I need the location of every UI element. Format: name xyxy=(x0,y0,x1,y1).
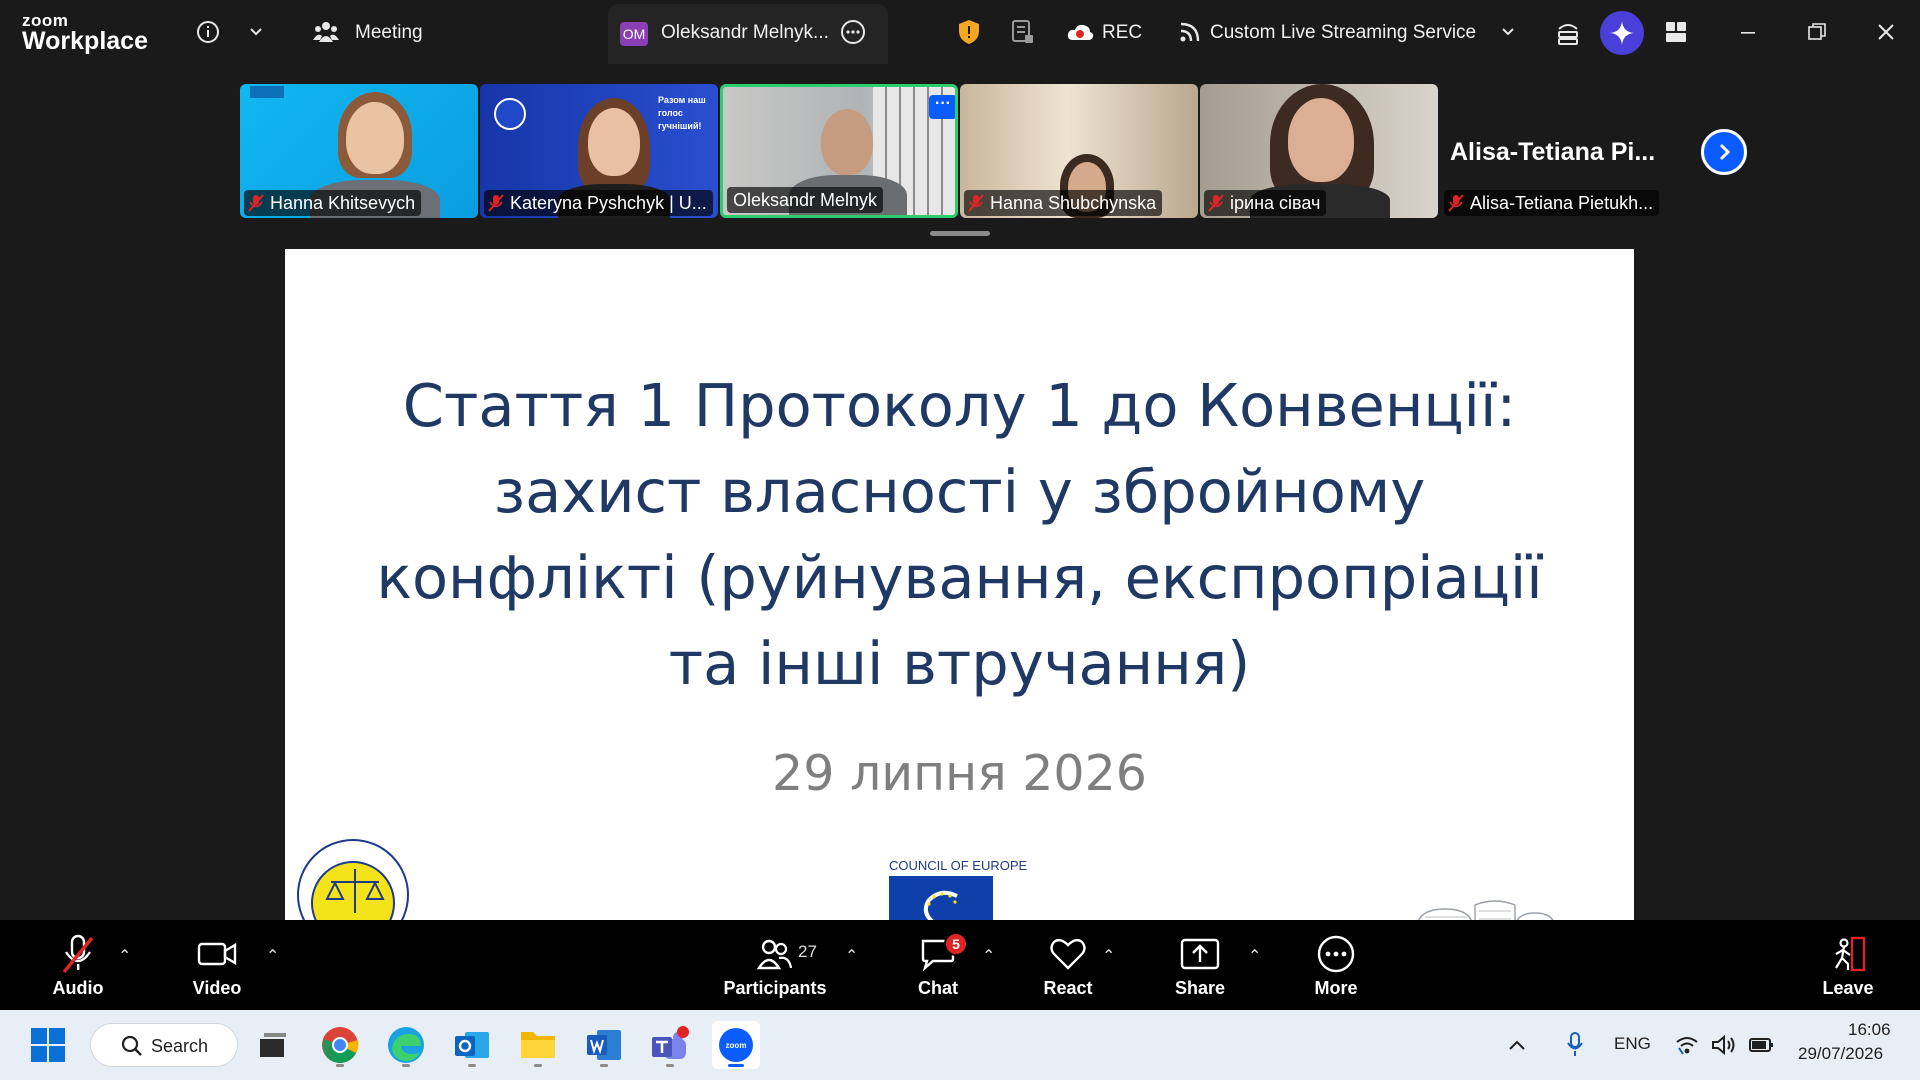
more-dots-icon xyxy=(1317,935,1355,973)
file-explorer-icon[interactable] xyxy=(514,1021,562,1069)
volume-icon[interactable] xyxy=(1709,1021,1739,1069)
react-options-caret[interactable]: ⌃ xyxy=(1102,946,1115,966)
language-indicator[interactable]: ENG xyxy=(1614,1034,1651,1054)
apps-stack-icon[interactable] xyxy=(1554,18,1582,46)
windows-taskbar: Search zoom ENG 16:06 29/07/2026 xyxy=(0,1010,1920,1080)
chevron-down-icon[interactable] xyxy=(242,18,270,46)
share-button[interactable]: Share xyxy=(1170,934,1230,999)
court-building-logo xyxy=(1418,900,1554,920)
heart-icon xyxy=(1050,938,1086,970)
taskbar-search-box[interactable]: Search xyxy=(90,1023,238,1067)
participant-name-label: Hanna Shubchynska xyxy=(964,190,1163,216)
tile-options-icon[interactable]: ··· xyxy=(929,95,955,119)
video-camera-icon xyxy=(197,942,237,966)
more-button[interactable]: More xyxy=(1306,934,1366,999)
participants-count: 27 xyxy=(798,942,817,961)
slide-date: 29 липня 2026 xyxy=(772,745,1147,802)
muted-mic-icon xyxy=(248,193,264,213)
participant-tile[interactable]: Hanna Khitsevych xyxy=(240,84,478,218)
chat-unread-badge: 5 xyxy=(944,932,968,956)
muted-mic-icon xyxy=(488,193,504,213)
zoom-app-icon[interactable]: zoom xyxy=(712,1021,760,1069)
participant-tile[interactable]: Alisa-Tetiana Pi... Alisa-Tetiana Pietuk… xyxy=(1440,84,1678,218)
cloud-record-icon[interactable] xyxy=(1066,18,1094,46)
ai-companion-icon[interactable] xyxy=(1600,11,1644,55)
leave-button[interactable]: Leave xyxy=(1818,934,1878,999)
participant-tile[interactable]: ірина сівач xyxy=(1200,84,1438,218)
edge-icon[interactable] xyxy=(382,1021,430,1069)
task-view-icon[interactable] xyxy=(248,1021,296,1069)
share-options-caret[interactable]: ⌃ xyxy=(1248,946,1261,966)
meeting-controls: Audio ⌃ Video ⌃ Participants 27 ⌃ Chat 5… xyxy=(0,920,1920,1010)
video-button[interactable]: Video xyxy=(187,934,247,999)
chrome-icon[interactable] xyxy=(316,1021,364,1069)
meeting-people-icon[interactable] xyxy=(312,18,340,46)
microphone-in-use-icon[interactable] xyxy=(1560,1021,1590,1069)
svg-text:zoom: zoom xyxy=(726,1041,747,1050)
participant-name-label: Hanna Khitsevych xyxy=(244,190,422,216)
wifi-icon[interactable] xyxy=(1672,1021,1702,1069)
show-hidden-icons-chevron[interactable] xyxy=(1502,1021,1532,1069)
search-icon xyxy=(121,1035,142,1056)
chevron-right-icon xyxy=(1719,143,1731,161)
leave-door-icon xyxy=(1835,936,1866,972)
recording-label: REC xyxy=(1102,22,1143,43)
zoom-workplace-logo: zoom Workplace xyxy=(22,11,148,55)
windows-start-icon[interactable] xyxy=(24,1021,72,1069)
participants-icon xyxy=(757,939,793,970)
participant-tile-active[interactable]: ··· Oleksandr Melnyk xyxy=(720,84,958,218)
security-shield-icon[interactable] xyxy=(955,18,983,46)
more-options-icon[interactable] xyxy=(839,18,867,46)
audio-options-caret[interactable]: ⌃ xyxy=(118,946,131,966)
muted-mic-icon xyxy=(968,193,984,213)
participant-name-label: ірина сівач xyxy=(1204,190,1327,216)
battery-icon[interactable] xyxy=(1746,1021,1776,1069)
video-options-caret[interactable]: ⌃ xyxy=(266,946,279,966)
audio-button[interactable]: Audio xyxy=(46,934,110,999)
association-logo xyxy=(494,98,526,130)
council-of-europe-logo xyxy=(889,876,993,920)
outlook-icon[interactable] xyxy=(448,1021,496,1069)
slide-title: Стаття 1 Протоколу 1 до Конвенції: захис… xyxy=(376,371,1543,698)
live-stream-icon[interactable] xyxy=(1176,18,1204,46)
minimize-icon[interactable] xyxy=(1734,18,1762,46)
next-page-button[interactable] xyxy=(1701,129,1747,175)
resize-handle[interactable] xyxy=(930,231,990,236)
captions-icon[interactable] xyxy=(1008,18,1036,46)
participant-tile[interactable]: Разом наш голос гучніший! Kateryna Pyshc… xyxy=(480,84,718,218)
live-stream-label[interactable]: Custom Live Streaming Service xyxy=(1210,22,1476,44)
title-bar: zoom Workplace Meeting OM Oleksandr Meln… xyxy=(0,0,1920,66)
shared-screen-slide: Стаття 1 Протоколу 1 до Конвенції: захис… xyxy=(285,249,1634,920)
participant-name-label: Oleksandr Melnyk xyxy=(727,187,884,213)
restore-icon[interactable] xyxy=(1803,18,1831,46)
muted-mic-icon xyxy=(1448,193,1464,213)
muted-microphone-icon xyxy=(62,934,94,974)
clock-date[interactable]: 29/07/2026 xyxy=(1798,1044,1883,1064)
meeting-label[interactable]: Meeting xyxy=(355,22,423,44)
apps-grid-icon[interactable] xyxy=(1662,18,1690,46)
participants-options-caret[interactable]: ⌃ xyxy=(845,946,858,966)
active-speaker-name: Oleksandr Melnyk... xyxy=(661,22,829,43)
react-button[interactable]: React xyxy=(1036,934,1100,999)
chat-options-caret[interactable]: ⌃ xyxy=(982,946,995,966)
council-of-europe-label: COUNCIL OF EUROPE xyxy=(889,858,1028,873)
word-icon[interactable] xyxy=(580,1021,628,1069)
participant-display-name: Alisa-Tetiana Pi... xyxy=(1450,138,1656,166)
speaker-avatar: OM xyxy=(620,22,648,46)
participant-tile[interactable]: Hanna Shubchynska xyxy=(960,84,1198,218)
org-logo xyxy=(250,86,284,98)
clock-time[interactable]: 16:06 xyxy=(1848,1020,1891,1040)
close-icon[interactable] xyxy=(1872,18,1900,46)
chevron-down-icon[interactable] xyxy=(1494,18,1522,46)
teams-icon[interactable] xyxy=(646,1021,694,1069)
share-screen-icon xyxy=(1180,938,1220,970)
banner-text: Разом наш голос гучніший! xyxy=(658,95,706,131)
participant-name-label: Kateryna Pyshchyk | U... xyxy=(484,190,713,216)
lawyers-association-logo xyxy=(297,839,409,920)
muted-mic-icon xyxy=(1208,193,1224,213)
participant-name-label: Alisa-Tetiana Pietukh... xyxy=(1444,190,1660,216)
meeting-info-icon[interactable] xyxy=(194,18,222,46)
